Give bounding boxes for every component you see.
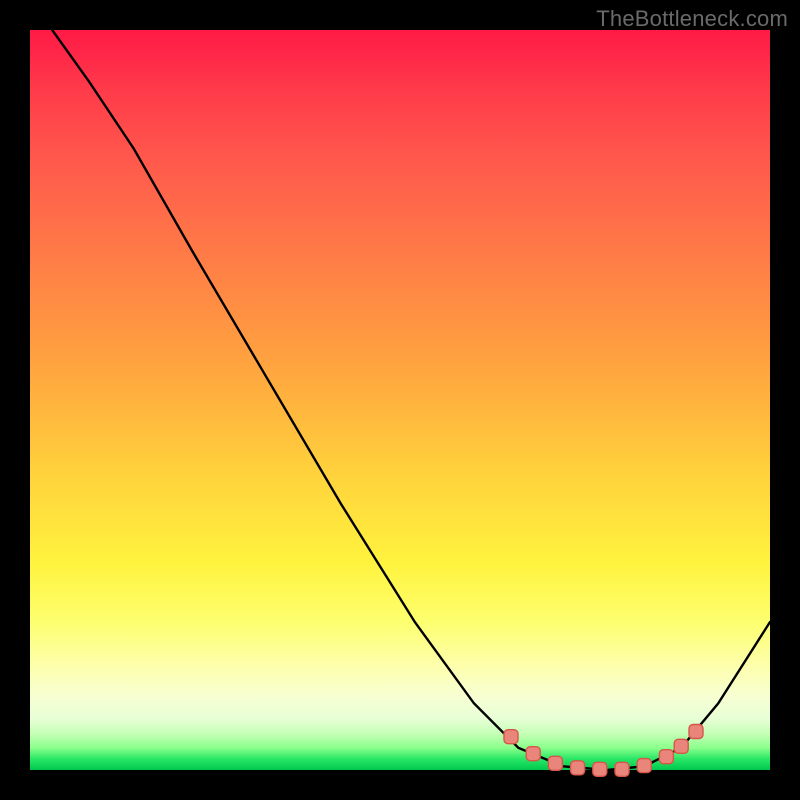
plot-area <box>30 30 770 770</box>
watermark-text: TheBottleneck.com <box>596 6 788 32</box>
marker-point <box>689 725 703 739</box>
marker-point <box>504 730 518 744</box>
marker-point <box>637 759 651 773</box>
marker-group <box>504 725 703 777</box>
chart-svg <box>30 30 770 770</box>
marker-point <box>674 739 688 753</box>
curve-line <box>52 30 770 770</box>
marker-point <box>571 761 585 775</box>
marker-point <box>615 762 629 776</box>
chart-frame: TheBottleneck.com <box>0 0 800 800</box>
marker-point <box>548 756 562 770</box>
marker-point <box>593 762 607 776</box>
marker-point <box>659 750 673 764</box>
marker-point <box>526 747 540 761</box>
